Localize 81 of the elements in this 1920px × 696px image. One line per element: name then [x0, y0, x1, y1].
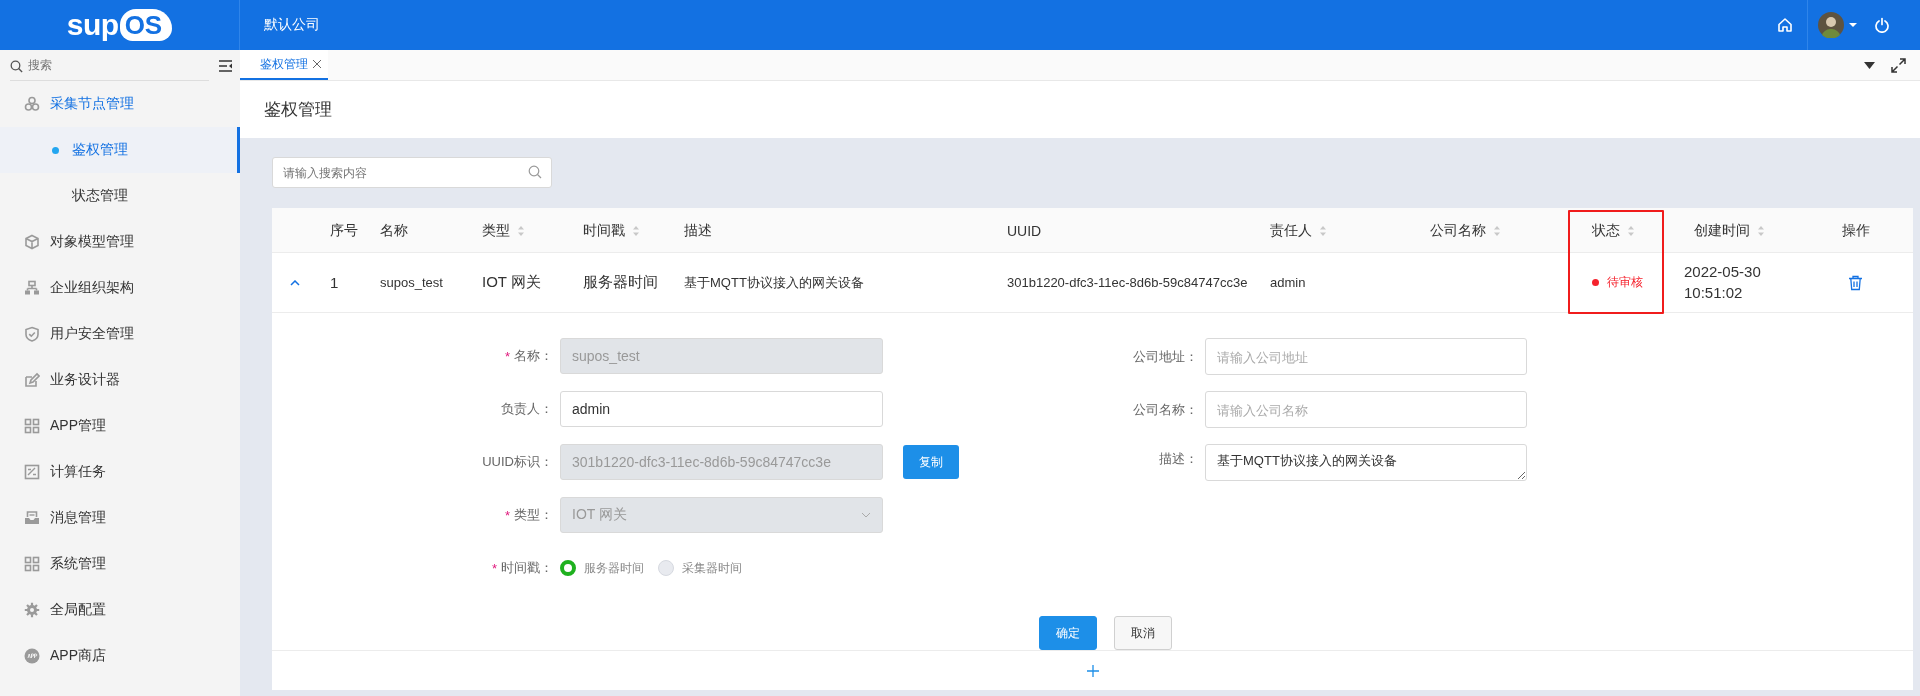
column-header: 状态	[1592, 221, 1620, 240]
menu-item-icon	[24, 418, 40, 434]
input-field[interactable]: 请输入公司名称	[1205, 391, 1527, 428]
field-label: 描述：	[1159, 450, 1198, 468]
table-cell: 1	[330, 274, 339, 291]
column-header: UUID	[1007, 222, 1042, 239]
search-icon	[528, 165, 542, 179]
field-label: 负责人：	[501, 400, 553, 418]
chevron-up-icon[interactable]	[290, 279, 300, 286]
menu-item-icon	[24, 556, 40, 572]
required-mark: *	[491, 560, 497, 576]
column-header: 责任人	[1270, 221, 1312, 240]
page-tab[interactable]: 鉴权管理	[240, 50, 328, 80]
search-icon	[10, 59, 23, 73]
company-name[interactable]: 默认公司	[264, 16, 320, 34]
home-icon[interactable]	[1777, 17, 1793, 33]
menu-item[interactable]: 采集节点管理	[0, 81, 240, 127]
required-mark: *	[504, 348, 510, 364]
menu-item[interactable]: 全局配置	[0, 587, 240, 633]
column-header: 创建时间	[1694, 221, 1750, 240]
close-icon[interactable]	[312, 59, 322, 69]
column-header: 操作	[1842, 221, 1870, 240]
table-cell: 服务器时间	[583, 273, 658, 292]
column-header: 描述	[684, 221, 712, 240]
menu-item[interactable]: 系统管理	[0, 541, 240, 587]
textarea-field[interactable]: 基于MQTT协议接入的网关设备	[1205, 444, 1527, 481]
column-header: 时间戳	[583, 221, 625, 240]
menu-item[interactable]: 对象模型管理	[0, 219, 240, 265]
column-header: 名称	[380, 221, 408, 240]
status-text: 待审核	[1607, 274, 1643, 291]
column-header: 序号	[330, 221, 358, 240]
fullscreen-icon[interactable]	[1891, 57, 1906, 73]
menu-item-icon	[24, 602, 40, 618]
cancel-button[interactable]: 取消	[1113, 616, 1172, 650]
table-cell: 301b1220-dfc3-11ec-8d6b-59c84747cc3e	[1007, 275, 1248, 290]
input-field[interactable]: admin	[560, 391, 883, 427]
avatar[interactable]	[1818, 12, 1844, 38]
field-label: 时间戳：	[501, 559, 553, 577]
caret-down-icon[interactable]	[1864, 61, 1875, 69]
search-field[interactable]: 搜索	[10, 50, 209, 81]
page-title: 鉴权管理	[264, 99, 332, 121]
menu-item-icon	[24, 372, 40, 388]
field-label: UUID标识：	[482, 453, 553, 471]
submenu-item[interactable]: 鉴权管理	[0, 127, 240, 173]
menu-item[interactable]: APP商店	[0, 633, 240, 679]
table-cell: admin	[1270, 275, 1306, 290]
submenu-item[interactable]: 状态管理	[0, 173, 240, 219]
required-mark: *	[504, 507, 510, 523]
menu-item[interactable]: APP管理	[0, 403, 240, 449]
menu-item-icon	[24, 96, 40, 112]
table-cell-text: 2022-05-30 10:51:02	[1684, 262, 1762, 303]
menu-item[interactable]: 计算任务	[0, 449, 240, 495]
menu-item[interactable]: 用户安全管理	[0, 311, 240, 357]
menu-item-icon	[24, 510, 40, 526]
input-field[interactable]: 请输入公司地址	[1205, 338, 1527, 375]
menu-item-icon	[24, 234, 40, 250]
collapse-icon[interactable]	[219, 59, 232, 72]
menu-item[interactable]: 企业组织架构	[0, 265, 240, 311]
column-header: 类型	[482, 221, 510, 240]
column-header: 公司名称	[1430, 221, 1486, 240]
menu-item-icon	[24, 280, 40, 296]
logo-text: sup	[66, 8, 119, 42]
power-icon[interactable]	[1874, 17, 1890, 33]
radio-option[interactable]: 采集器时间	[658, 559, 742, 577]
menu-item-icon	[24, 464, 40, 480]
search-field[interactable]: 请输入搜索内容	[272, 157, 552, 188]
field-label: 公司名称：	[1133, 400, 1198, 419]
menu-item[interactable]: 消息管理	[0, 495, 240, 541]
field-label: 类型：	[514, 506, 553, 524]
table-cell: supos_test	[380, 275, 443, 290]
radio-option[interactable]: 服务器时间	[560, 559, 644, 577]
field-label: 名称：	[514, 347, 553, 365]
field-label: 公司地址：	[1133, 347, 1198, 366]
menu-item-icon	[24, 326, 40, 342]
chevron-down-icon	[861, 512, 871, 518]
table-cell: IOT 网关	[482, 273, 541, 292]
logo-badge: OS	[119, 9, 173, 41]
trash-icon[interactable]	[1848, 274, 1863, 291]
menu-item-icon	[24, 648, 40, 664]
table-cell: 基于MQTT协议接入的网关设备	[684, 273, 864, 292]
menu-item[interactable]: 业务设计器	[0, 357, 240, 403]
